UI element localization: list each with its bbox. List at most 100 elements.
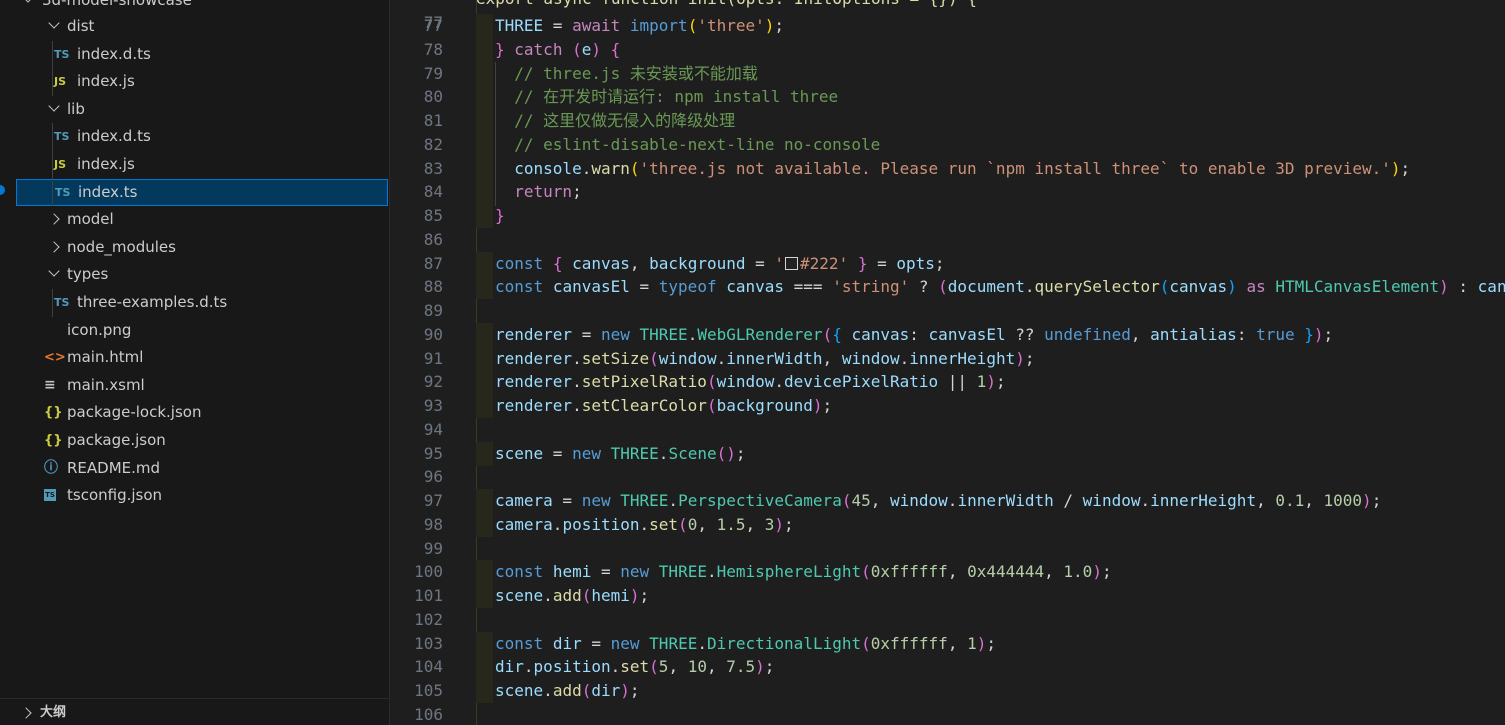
tree-item-image[interactable]: icon.png xyxy=(16,317,388,344)
tree-item-ts[interactable]: TS index.d.ts xyxy=(16,123,388,150)
code-token: new xyxy=(600,324,630,344)
indent-highlight xyxy=(476,322,493,347)
code-token: ; xyxy=(1024,348,1035,368)
tree-item-label: package.json xyxy=(67,431,166,449)
code-token: ) xyxy=(774,514,785,534)
code-text: scene.add(hemi); xyxy=(495,584,649,608)
indent-highlight xyxy=(476,14,493,38)
code-text: // eslint-disable-next-line no-console xyxy=(495,133,880,157)
line-number: 105 xyxy=(414,681,443,700)
code-token: ( xyxy=(678,514,688,534)
code-token: setPixelRatio xyxy=(581,372,707,392)
tree-item-ts[interactable]: TS index.ts xyxy=(16,178,388,206)
code-token: // three.js 未安装或不能加载 xyxy=(514,63,758,83)
tree-item-folder-open[interactable]: types xyxy=(16,261,388,288)
code-token: . xyxy=(774,372,785,392)
code-line: 83 console.warn('three.js not available.… xyxy=(390,156,1505,181)
code-token: ( xyxy=(938,277,948,297)
tree-item-json[interactable]: {} package.json xyxy=(16,427,388,454)
code-token: DirectionalLight xyxy=(706,633,862,653)
code-token: HTMLCanvasElement xyxy=(1275,277,1440,297)
tree-item-folder-open[interactable]: dist xyxy=(16,13,388,40)
tree-folder-project[interactable]: 3d-model-showcase xyxy=(16,0,388,14)
code-token: . xyxy=(639,514,650,534)
tree-item-json[interactable]: {} package-lock.json xyxy=(16,399,388,426)
tree-item-label: main.xsml xyxy=(67,375,145,394)
code-token: = xyxy=(745,253,775,273)
code-token: camera xyxy=(495,491,553,510)
code-token: add xyxy=(552,586,582,605)
code-line: 87 const { canvas, background = ' #222' } … xyxy=(390,251,1505,276)
code-token: // 在开发时请运行: npm install three xyxy=(514,87,839,107)
xml-file-icon: ≡ xyxy=(44,376,56,393)
code-token: 1 xyxy=(967,633,977,653)
tree-item-label: package-lock.json xyxy=(67,403,202,422)
outline-section-header[interactable]: 大纲 xyxy=(0,698,389,725)
tree-item-ts[interactable]: TS three-examples.d.ts xyxy=(16,289,388,316)
code-line: 86 xyxy=(390,228,1505,252)
code-token: window xyxy=(658,348,717,368)
tree-item-html[interactable]: <> main.html xyxy=(16,344,388,371)
code-token: renderer xyxy=(495,396,573,415)
code-token: . xyxy=(706,562,717,582)
chevron-down-icon xyxy=(22,0,34,3)
code-text: camera.position.set(0, 1.5, 3); xyxy=(495,513,794,537)
tree-item-js[interactable]: JS index.js xyxy=(16,68,388,95)
code-token: 1.0 xyxy=(1063,562,1093,582)
tree-item-folder-closed[interactable]: model xyxy=(16,206,388,233)
code-editor[interactable]: 77 export async function init(opts: Init… xyxy=(390,0,1505,725)
tree-item-info[interactable]: ⓘ README.md xyxy=(16,455,388,482)
code-token: canvas xyxy=(1477,277,1505,297)
code-token: canvas xyxy=(851,324,910,344)
line-number: 101 xyxy=(414,586,443,605)
code-token: dir xyxy=(495,657,524,677)
tree-item-label: types xyxy=(67,265,109,284)
code-token: () xyxy=(716,443,736,463)
tree-indent-guide xyxy=(52,123,53,207)
code-token: THREE xyxy=(620,491,669,510)
code-token: new xyxy=(620,562,650,582)
code-text: // 这里仅做无侵入的降级处理 xyxy=(495,109,735,133)
code-line: 80 // 在开发时请运行: npm install three xyxy=(390,85,1505,110)
code-token: ( xyxy=(861,562,871,582)
tree-item-label: three-examples.d.ts xyxy=(77,293,228,311)
tree-item-js[interactable]: JS index.js xyxy=(16,151,388,178)
line-number: 79 xyxy=(423,63,443,83)
indent-highlight xyxy=(476,180,493,205)
tree-item-xml[interactable]: ≡ main.xsml xyxy=(16,372,388,399)
code-token: WebGLRenderer xyxy=(697,324,823,344)
code-token: ) xyxy=(986,372,996,392)
line-number: 92 xyxy=(423,372,443,392)
code-token: Scene xyxy=(668,443,717,463)
code-text: } catch (e) { xyxy=(495,38,620,62)
code-token: ; xyxy=(995,372,1006,392)
tree-item-ts[interactable]: TS index.d.ts xyxy=(16,41,388,68)
code-token: ) xyxy=(1439,277,1449,297)
indent-highlight xyxy=(476,655,493,680)
code-token: || xyxy=(938,372,977,392)
code-token: renderer xyxy=(495,348,573,368)
code-token: THREE xyxy=(658,562,707,582)
code-token: ; xyxy=(774,16,785,35)
code-token: } xyxy=(495,206,505,225)
line-number: 90 xyxy=(423,324,443,344)
tree-item-folder-closed[interactable]: node_modules xyxy=(16,234,388,261)
indent-highlight xyxy=(476,584,493,608)
indent-highlight xyxy=(476,251,493,276)
code-token: return xyxy=(514,182,573,202)
tree-item-tsconfig[interactable]: TS tsconfig.json xyxy=(16,482,388,509)
tree-item-label: index.d.ts xyxy=(77,127,151,146)
code-token: ( xyxy=(572,39,582,59)
line-number: 102 xyxy=(414,609,443,629)
indent-highlight xyxy=(476,109,493,133)
code-token: ) xyxy=(1227,277,1237,297)
indent-highlight xyxy=(476,156,493,181)
code-token: PerspectiveCamera xyxy=(678,491,842,510)
tree-item-label: index.js xyxy=(77,155,135,173)
code-token: = xyxy=(591,562,621,582)
code-token: . xyxy=(543,681,553,700)
code-token: new xyxy=(610,633,640,653)
color-swatch-icon[interactable] xyxy=(785,256,799,270)
tree-item-folder-open[interactable]: lib xyxy=(16,96,388,123)
